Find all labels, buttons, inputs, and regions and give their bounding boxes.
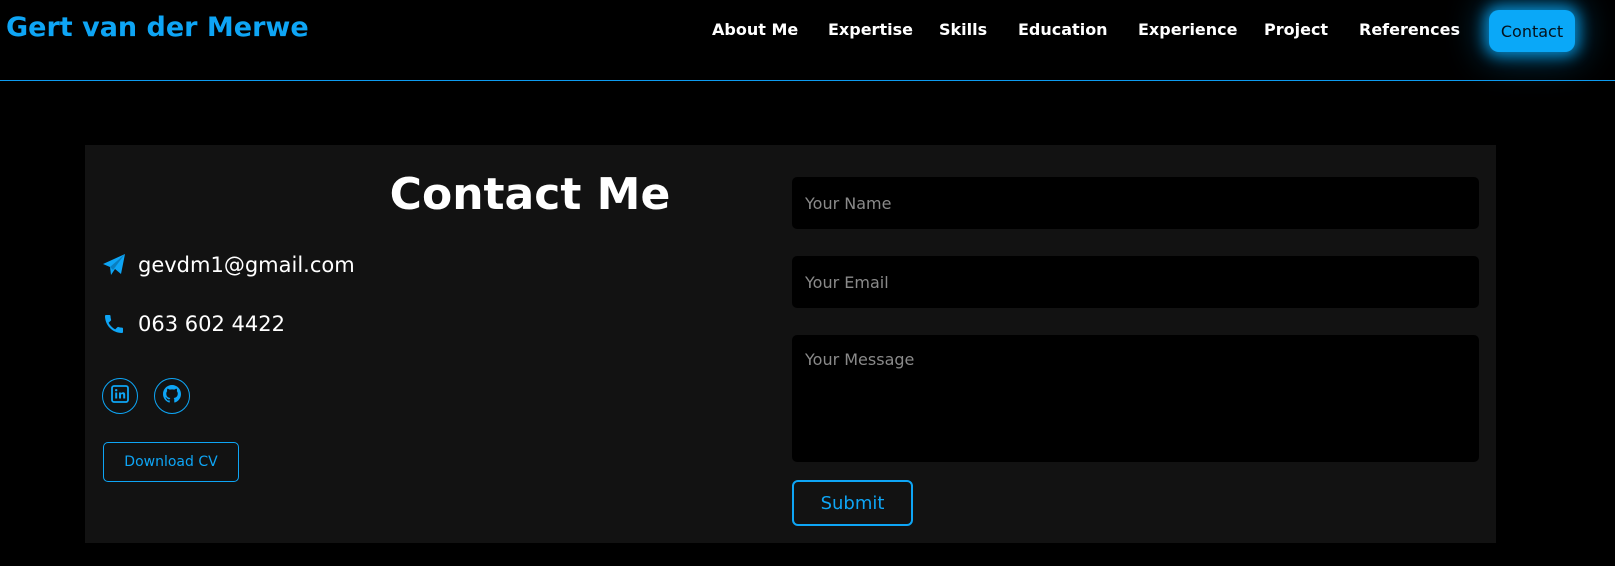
linkedin-icon <box>111 385 129 407</box>
github-button[interactable] <box>154 378 190 414</box>
nav-about-me[interactable]: About Me <box>712 20 798 39</box>
nav-education[interactable]: Education <box>1018 20 1108 39</box>
download-cv-button[interactable]: Download CV <box>103 442 239 482</box>
nav-references[interactable]: References <box>1359 20 1460 39</box>
phone-icon <box>102 312 126 336</box>
nav-project[interactable]: Project <box>1264 20 1328 39</box>
email-text[interactable]: gevdm1@gmail.com <box>138 253 355 277</box>
social-links <box>102 378 190 414</box>
email-row: gevdm1@gmail.com <box>102 253 355 277</box>
contact-title: Contact Me <box>389 169 671 220</box>
nav-contact-button[interactable]: Contact <box>1489 10 1575 52</box>
message-textarea[interactable] <box>792 335 1479 462</box>
nav-expertise[interactable]: Expertise <box>828 20 913 39</box>
brand-logo-text[interactable]: Gert van der Merwe <box>6 12 309 43</box>
email-input[interactable] <box>792 256 1479 308</box>
paper-plane-icon <box>102 253 126 277</box>
nav-experience[interactable]: Experience <box>1138 20 1238 39</box>
phone-text[interactable]: 063 602 4422 <box>138 312 285 336</box>
github-icon <box>163 385 181 407</box>
phone-row: 063 602 4422 <box>102 312 285 336</box>
site-header: Gert van der Merwe About Me Expertise Sk… <box>0 0 1615 81</box>
linkedin-button[interactable] <box>102 378 138 414</box>
nav-skills[interactable]: Skills <box>939 20 987 39</box>
contact-card: Contact Me gevdm1@gmail.com 063 602 4422 <box>85 145 1496 543</box>
name-input[interactable] <box>792 177 1479 229</box>
submit-button[interactable]: Submit <box>792 480 913 526</box>
